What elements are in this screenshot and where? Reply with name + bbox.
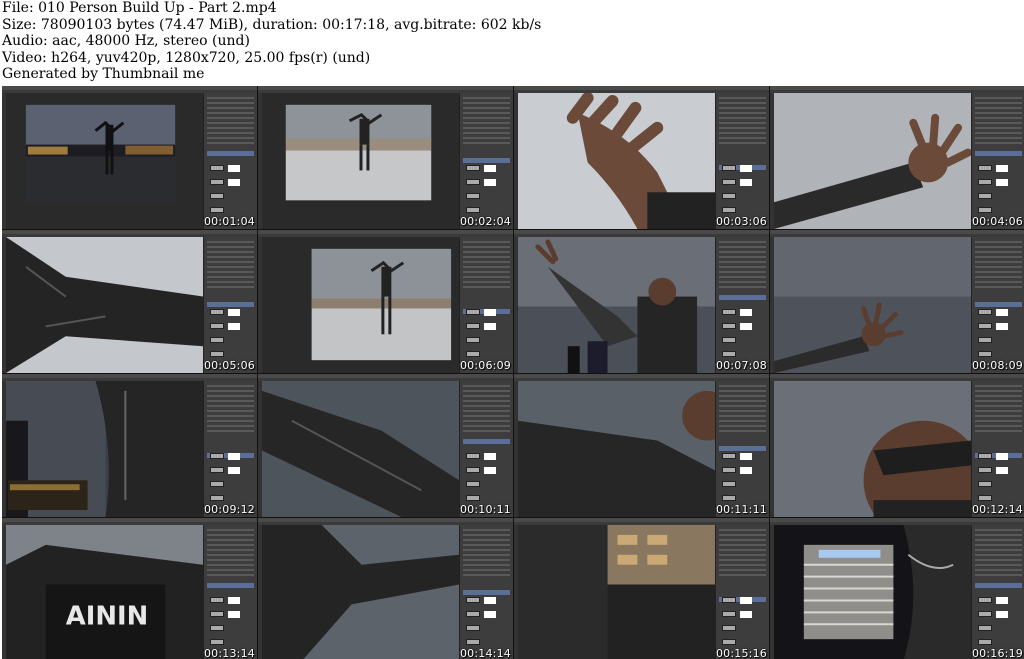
thumbnail-timestamp: 00:10:11: [459, 503, 511, 516]
layers-panel: [715, 93, 769, 229]
frame-canvas: [262, 93, 459, 229]
layers-panel: [203, 93, 257, 229]
frame-image: [774, 93, 971, 229]
layers-panel: [459, 525, 513, 659]
thumbnail-frame: 00:12:14: [770, 374, 1024, 518]
thumbnail-frame: 00:07:08: [514, 230, 770, 374]
layers-panel: [715, 381, 769, 517]
thumbnail-frame: 00:15:16: [514, 518, 770, 659]
thumbnail-timestamp: 00:16:19: [971, 647, 1023, 659]
thumbnail-timestamp: 00:12:14: [971, 503, 1023, 516]
file-size-line: Size: 78090103 bytes (74.47 MiB), durati…: [2, 16, 542, 33]
thumbnail-frame: 00:01:04: [2, 86, 258, 230]
frame-canvas: [518, 525, 715, 659]
frame-canvas: [262, 237, 459, 373]
frame-canvas: [6, 381, 203, 517]
frame-image: [262, 525, 459, 659]
frame-canvas: [518, 93, 715, 229]
thumbnail-timestamp: 00:02:04: [459, 215, 511, 228]
frame-image: [518, 93, 715, 229]
frame-image: [774, 237, 971, 373]
frame-image: [518, 237, 715, 373]
svg-text:AININ: AININ: [66, 601, 149, 631]
thumbnail-frame: 00:09:12: [2, 374, 258, 518]
thumbnail-frame: AININ 00:13:14: [2, 518, 258, 659]
frame-canvas: [262, 381, 459, 517]
frame-image: AININ: [6, 525, 203, 659]
frame-canvas: [774, 525, 971, 659]
thumbnail-timestamp: 00:06:09: [459, 359, 511, 372]
frame-image: [6, 237, 203, 373]
frame-image: [262, 381, 459, 517]
frame-image: [518, 381, 715, 517]
thumbnail-frame: 00:10:11: [258, 374, 514, 518]
thumbnail-timestamp: 00:01:04: [203, 215, 255, 228]
frame-canvas: [774, 381, 971, 517]
thumbnail-timestamp: 00:07:08: [715, 359, 767, 372]
layers-panel: [459, 93, 513, 229]
thumbnail-frame: 00:14:14: [258, 518, 514, 659]
thumbnail-timestamp: 00:15:16: [715, 647, 767, 659]
frame-canvas: [774, 93, 971, 229]
file-name-line: File: 010 Person Build Up - Part 2.mp4: [2, 0, 277, 16]
frame-image: [6, 93, 203, 229]
thumbnail-timestamp: 00:09:12: [203, 503, 255, 516]
frame-image: [6, 381, 203, 517]
frame-image: [774, 381, 971, 517]
layers-panel: [971, 381, 1024, 517]
frame-image: [774, 525, 971, 659]
thumbnail-frame: 00:06:09: [258, 230, 514, 374]
thumbnail-frame: 00:02:04: [258, 86, 514, 230]
audio-info-line: Audio: aac, 48000 Hz, stereo (und): [2, 33, 250, 49]
layers-panel: [203, 237, 257, 373]
frame-image: [262, 237, 459, 373]
layers-panel: [715, 525, 769, 659]
thumbnail-timestamp: 00:03:06: [715, 215, 767, 228]
frame-image: [262, 93, 459, 229]
frame-canvas: [774, 237, 971, 373]
video-info-line: Video: h264, yuv420p, 1280x720, 25.00 fp…: [2, 49, 371, 66]
layers-panel: [971, 93, 1024, 229]
video-info-header: File: 010 Person Build Up - Part 2.mp4 S…: [2, 0, 1022, 84]
thumbnail-frame: 00:04:06: [770, 86, 1024, 230]
layers-panel: [971, 237, 1024, 373]
thumbnail-timestamp: 00:14:14: [459, 647, 511, 659]
frame-canvas: [518, 237, 715, 373]
layers-panel: [715, 237, 769, 373]
thumbnail-timestamp: 00:08:09: [971, 359, 1023, 372]
frame-canvas: AININ: [6, 525, 203, 659]
frame-image: [518, 525, 715, 659]
layers-panel: [459, 237, 513, 373]
generator-line: Generated by Thumbnail me: [2, 66, 205, 82]
thumbnail-timestamp: 00:11:11: [715, 503, 767, 516]
layers-panel: [459, 381, 513, 517]
thumbnail-timestamp: 00:13:14: [203, 647, 255, 659]
thumbnail-frame: 00:16:19: [770, 518, 1024, 659]
thumbnail-grid: 00:01:04 00:02:04 00:03:06 00:04:06 00:0…: [2, 86, 1024, 659]
thumbnail-timestamp: 00:05:06: [203, 359, 255, 372]
layers-panel: [203, 525, 257, 659]
frame-canvas: [6, 93, 203, 229]
frame-canvas: [6, 237, 203, 373]
frame-canvas: [518, 381, 715, 517]
thumbnail-frame: 00:05:06: [2, 230, 258, 374]
thumbnail-frame: 00:03:06: [514, 86, 770, 230]
thumbnail-timestamp: 00:04:06: [971, 215, 1023, 228]
thumbnail-frame: 00:08:09: [770, 230, 1024, 374]
thumbnail-frame: 00:11:11: [514, 374, 770, 518]
layers-panel: [971, 525, 1024, 659]
frame-canvas: [262, 525, 459, 659]
layers-panel: [203, 381, 257, 517]
